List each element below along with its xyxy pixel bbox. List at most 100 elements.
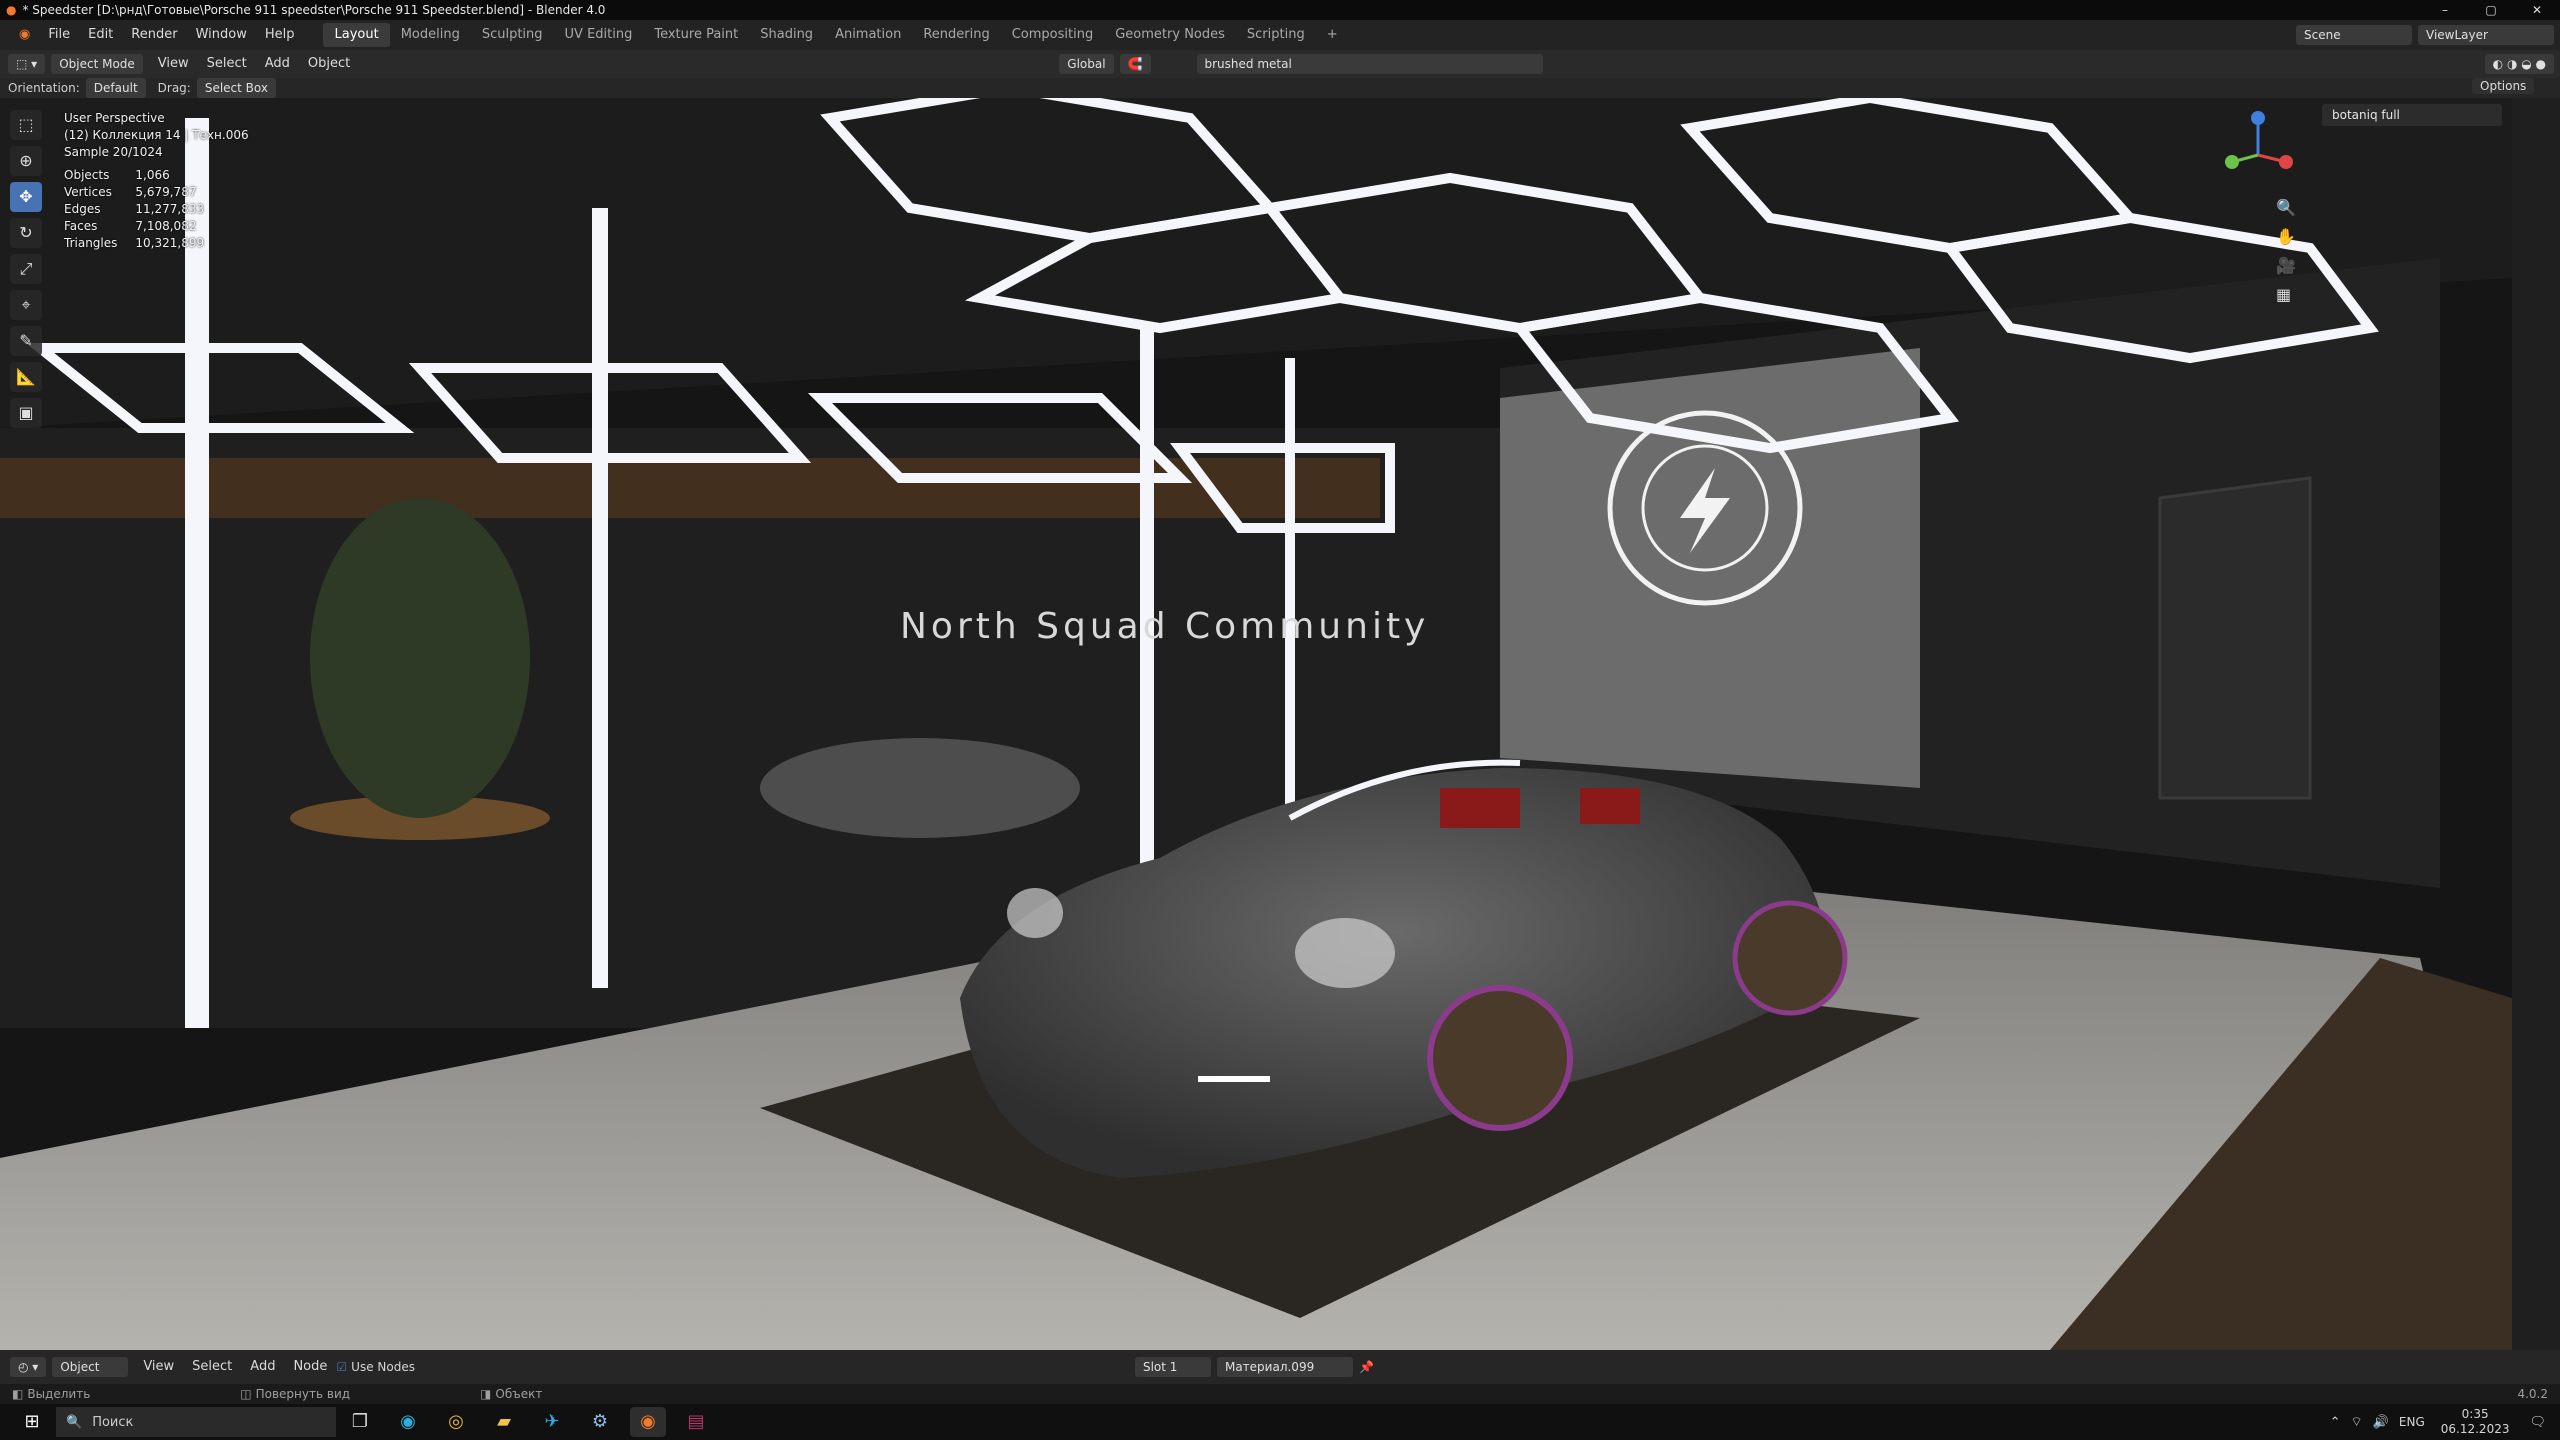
menu-select[interactable]: Select [198,49,256,79]
mouse-middle-icon: ◫ [240,1387,252,1401]
node-menu-add[interactable]: Add [241,1352,284,1382]
use-nodes-checkbox[interactable]: ☑ [336,1360,347,1374]
stat-row: Triangles 10,321,899 [64,236,205,250]
node-menu-node[interactable]: Node [284,1352,336,1382]
background-car [760,738,1080,838]
taskbar-search-box[interactable]: 🔍 Поиск [56,1407,336,1437]
material-search-input[interactable]: brushed metal [1196,54,1543,74]
tab-uv-editing[interactable]: UV Editing [554,23,644,47]
neon-pillar-4 [1285,358,1295,808]
add-workspace-button[interactable]: + [1316,23,1349,47]
move-tool-icon[interactable]: ✥ [10,182,42,212]
menu-render[interactable]: Render [122,20,186,50]
winrar-app-icon[interactable]: ▤ [678,1407,714,1437]
tab-shading[interactable]: Shading [749,23,824,47]
orientation-selector[interactable]: Default [85,78,146,98]
add-cube-tool-icon[interactable]: ▣ [10,398,42,428]
status-bar: ◧ Выделить ◫ Повернуть вид ◨ Объект 4.0.… [0,1384,2560,1404]
telegram-app-icon[interactable]: ✈ [534,1407,570,1437]
tab-scripting[interactable]: Scripting [1236,23,1316,47]
drag-selector[interactable]: Select Box [196,78,276,98]
material-slot-selector[interactable]: Slot 1 [1134,1357,1211,1377]
network-icon[interactable]: ⌔ [2350,1414,2362,1430]
outliner-item-botaniq[interactable]: botaniq full [2322,104,2502,126]
taskbar-search-placeholder: Поиск [92,1414,134,1430]
windows-taskbar: ⊞ 🔍 Поиск ❐ ◉ ◎ ▰ ✈ ⚙ ◉ ▤ ⌃ ⌔ 🔊 ENG 0:35… [0,1404,2560,1440]
pan-hand-icon[interactable]: ✋ [2276,227,2296,246]
viewport-toolbox: ⬚ ⊕ ✥ ↻ ⤢ ⌖ ✎ 📐 ▣ [10,110,46,428]
maximize-button[interactable]: ▢ [2468,0,2514,20]
drag-label: Drag: [157,81,191,95]
navigation-gizmo[interactable] [2218,110,2298,200]
grid-toggle-icon[interactable]: ▦ [2276,285,2296,304]
scale-tool-icon[interactable]: ⤢ [10,254,42,284]
measure-tool-icon[interactable]: 📐 [10,362,42,392]
windows-start-icon[interactable]: ⊞ [14,1407,50,1437]
notifications-icon[interactable]: 🗨 [2529,1415,2546,1430]
menu-window[interactable]: Window [187,20,256,50]
task-view-icon[interactable]: ❐ [342,1407,378,1437]
shader-type-selector[interactable]: Object [52,1357,129,1377]
tray-chevron-icon[interactable]: ⌃ [2330,1415,2341,1430]
top-menubar: ◉ File Edit Render Window Help Layout Mo… [0,20,2560,50]
editor-type-icon[interactable]: ◴ ▾ [10,1357,47,1377]
search-icon: 🔍 [66,1414,83,1430]
viewport-shading-icon[interactable]: ◐ ◑ ◒ ● [2484,54,2554,74]
status-hint-rotate: Повернуть вид [255,1387,351,1401]
steam-app-icon[interactable]: ⚙ [582,1407,618,1437]
tab-compositing[interactable]: Compositing [1001,23,1105,47]
language-indicator[interactable]: ENG [2399,1415,2425,1429]
menu-edit[interactable]: Edit [79,20,122,50]
material-name-field[interactable]: Материал.099 [1216,1357,1353,1377]
viewlayer-selector[interactable]: ViewLayer [2418,25,2554,45]
transform-tool-icon[interactable]: ⌖ [10,290,42,320]
tab-modeling[interactable]: Modeling [390,23,471,47]
clock-time: 0:35 [2461,1407,2489,1421]
blender-menu-icon[interactable]: ◉ [10,20,39,50]
edge-app-icon[interactable]: ◉ [390,1407,426,1437]
cursor-tool-icon[interactable]: ⊕ [10,146,42,176]
annotate-tool-icon[interactable]: ✎ [10,326,42,356]
tab-sculpting[interactable]: Sculpting [471,23,554,47]
clock[interactable]: 0:35 06.12.2023 [2441,1407,2510,1437]
transform-orientation-selector[interactable]: Global [1059,54,1114,74]
editor-type-icon[interactable]: ⬚ ▾ [8,54,46,74]
menu-add[interactable]: Add [256,49,299,79]
plant [310,498,530,818]
options-button[interactable]: Options [2472,78,2535,94]
tab-rendering[interactable]: Rendering [912,23,1000,47]
neon-pillar-1 [185,118,209,1028]
close-button[interactable]: ✕ [2514,0,2560,20]
snap-icon[interactable]: 🧲 [1119,54,1151,74]
chrome-app-icon[interactable]: ◎ [438,1407,474,1437]
mouse-right-icon: ◨ [480,1387,492,1401]
select-tool-icon[interactable]: ⬚ [10,110,42,140]
volume-icon[interactable]: 🔊 [2373,1415,2389,1430]
menu-file[interactable]: File [39,20,79,50]
menu-help[interactable]: Help [256,20,304,50]
collection-label: (12) Коллекция 14 | Техн.006 [64,128,249,142]
menu-view[interactable]: View [149,49,198,79]
tab-animation[interactable]: Animation [824,23,912,47]
status-hint-select: Выделить [27,1387,91,1401]
tab-texture-paint[interactable]: Texture Paint [643,23,749,47]
mode-selector[interactable]: Object Mode [51,54,143,74]
tab-geometry-nodes[interactable]: Geometry Nodes [1104,23,1236,47]
blender-app-icon[interactable]: ◉ [630,1407,666,1437]
menu-object[interactable]: Object [299,49,359,79]
rotate-tool-icon[interactable]: ↻ [10,218,42,248]
window-title: * Speedster [D:\рнд\Готовые\Porsche 911 … [22,3,606,17]
minimize-button[interactable]: – [2422,0,2468,20]
3d-viewport[interactable]: North Squad Community ⬚ ⊕ ✥ ↻ ⤢ ⌖ ✎ 📐 ▣ [0,98,2512,1350]
status-hint-object: Объект [495,1387,543,1401]
tab-layout[interactable]: Layout [323,23,390,47]
mouse-left-icon: ◧ [12,1387,24,1401]
node-menu-select[interactable]: Select [183,1352,241,1382]
scene-selector[interactable]: Scene [2296,25,2412,45]
pin-icon[interactable]: 📌 [1359,1360,1374,1374]
explorer-app-icon[interactable]: ▰ [486,1407,522,1437]
camera-view-icon[interactable]: 🎥 [2276,256,2296,275]
window-titlebar: ● * Speedster [D:\рнд\Готовые\Porsche 91… [0,0,2560,20]
zoom-icon[interactable]: 🔍 [2276,198,2296,217]
node-menu-view[interactable]: View [134,1352,183,1382]
